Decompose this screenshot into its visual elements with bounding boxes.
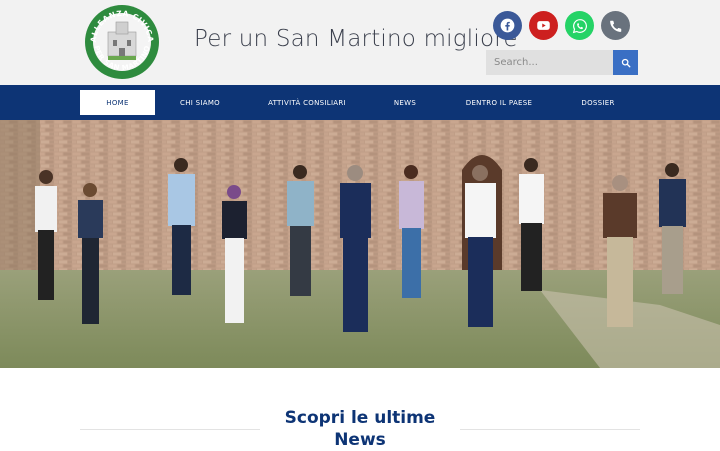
nav-item-dossier[interactable]: DOSSIER <box>572 90 624 115</box>
group-photo-image <box>0 120 720 368</box>
nav-item-chi-siamo[interactable]: CHI SIAMO <box>170 90 230 115</box>
phone-icon <box>609 20 621 32</box>
nav-item-home[interactable]: HOME <box>80 90 155 115</box>
nav-item-attivita-consiliari[interactable]: ATTIVITÀ CONSILIARI <box>262 90 352 115</box>
section-divider-left <box>80 429 260 430</box>
main-navigation: HOME CHI SIAMO ATTIVITÀ CONSILIARI NEWS … <box>0 85 720 120</box>
facebook-button[interactable] <box>493 11 522 40</box>
section-divider-right <box>460 429 640 430</box>
search-form <box>486 50 638 75</box>
site-header: ALLEANZA CIVICA PER SAN MARTINO Per un S… <box>0 0 720 85</box>
nav-item-news[interactable]: NEWS <box>385 90 425 115</box>
site-logo[interactable]: ALLEANZA CIVICA PER SAN MARTINO <box>84 4 160 80</box>
hero-group-photo <box>0 120 720 368</box>
search-input[interactable] <box>486 50 613 75</box>
phone-button[interactable] <box>601 11 630 40</box>
search-icon <box>621 58 630 67</box>
news-section-title: Scopri le ultime News <box>284 408 436 450</box>
nav-item-dentro-il-paese[interactable]: DENTRO IL PAESE <box>458 90 540 115</box>
youtube-icon <box>537 21 550 30</box>
facebook-icon <box>500 18 515 33</box>
search-button[interactable] <box>613 50 638 75</box>
whatsapp-icon <box>572 18 587 33</box>
whatsapp-button[interactable] <box>565 11 594 40</box>
site-tagline: Per un San Martino migliore <box>194 26 518 52</box>
youtube-button[interactable] <box>529 11 558 40</box>
